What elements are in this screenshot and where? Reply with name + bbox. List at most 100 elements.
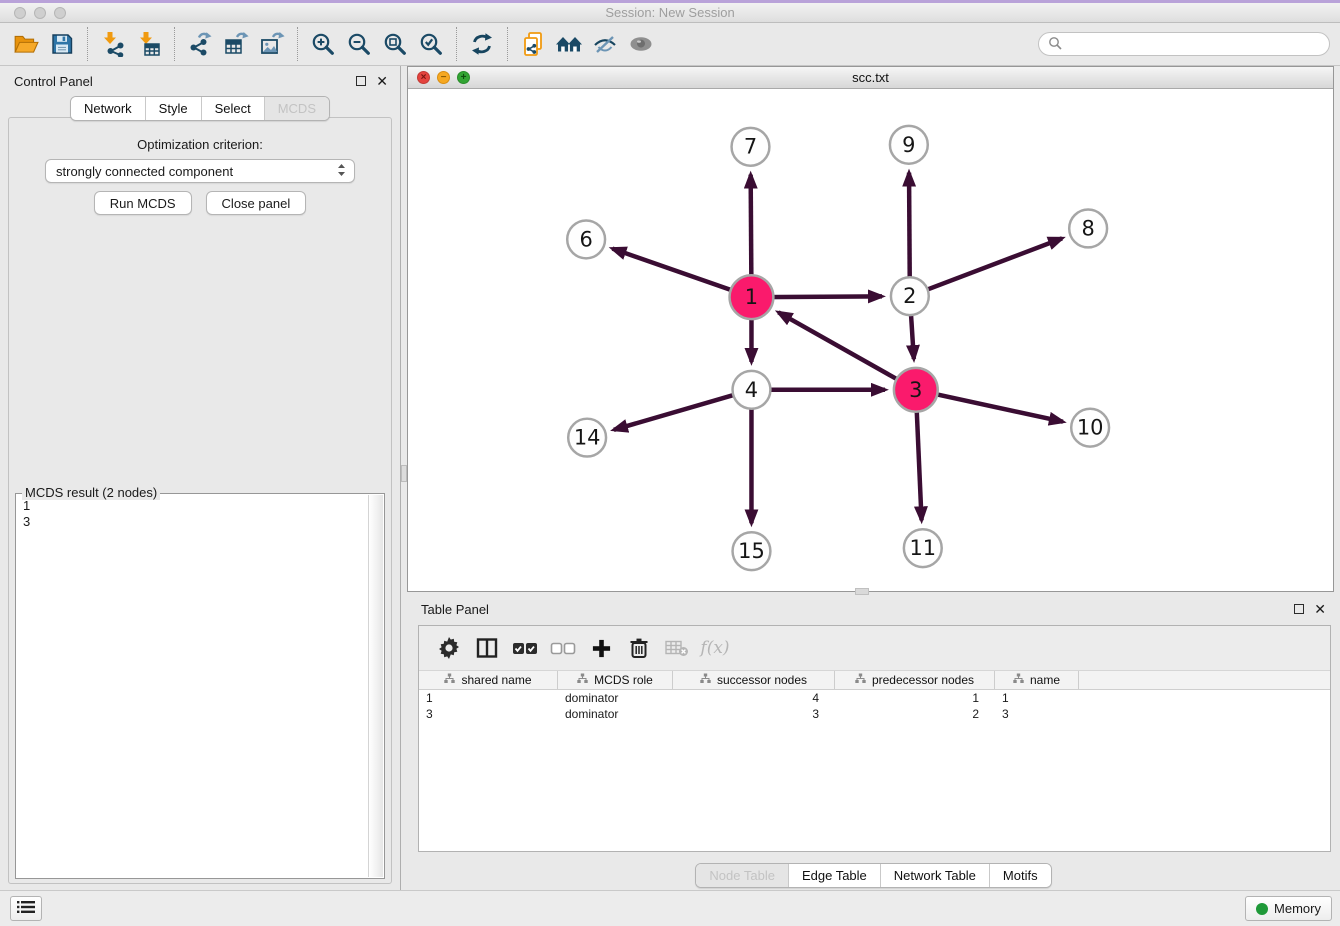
graph-node-label: 6 [579,227,592,251]
table-cell[interactable]: dominator [558,691,673,705]
network-close-button[interactable]: × [417,71,430,84]
search-field[interactable] [1038,32,1330,56]
deselect-all-icon[interactable] [549,634,577,662]
criterion-dropdown[interactable]: strongly connected component [45,159,355,183]
table-cell[interactable]: 4 [673,691,835,705]
zoom-selected-icon[interactable] [413,26,449,62]
float-panel-icon[interactable] [356,76,366,86]
tab-node-table[interactable]: Node Table [696,864,788,887]
export-table-icon[interactable] [218,26,254,62]
column-header-successor-nodes[interactable]: successor nodes [673,671,835,689]
table-cell[interactable]: 1 [835,691,995,705]
table-cell[interactable]: 3 [995,707,1079,721]
table-cell[interactable]: 1 [419,691,558,705]
hide-selected-icon[interactable] [587,26,623,62]
tab-network[interactable]: Network [71,97,145,120]
save-session-icon[interactable] [44,26,80,62]
close-table-panel-icon[interactable]: ✕ [1314,603,1326,615]
table-cell[interactable]: 1 [995,691,1079,705]
network-minimize-button[interactable]: − [437,71,450,84]
graph-edge-2-8[interactable] [910,238,1062,296]
zoom-in-icon[interactable] [305,26,341,62]
table-row[interactable]: 3dominator323 [419,706,1330,722]
network-maximize-button[interactable]: + [457,71,470,84]
tab-edge-table[interactable]: Edge Table [788,864,880,887]
table-row[interactable]: 1dominator411 [419,690,1330,706]
minimize-window-button[interactable] [34,7,46,19]
float-table-panel-icon[interactable] [1294,604,1304,614]
table-settings-icon[interactable] [435,634,463,662]
first-neighbors-icon[interactable] [551,26,587,62]
open-session-icon[interactable] [8,26,44,62]
column-header-mcds-role[interactable]: MCDS role [558,671,673,689]
zoom-window-button[interactable] [54,7,66,19]
network-canvas[interactable]: 7968124314101511 [408,89,1333,591]
app-title: Session: New Session [0,3,1340,22]
tab-select[interactable]: Select [201,97,264,120]
network-window-title: scc.txt [408,67,1333,88]
network-graph[interactable]: 7968124314101511 [408,89,1333,591]
import-table-icon[interactable] [131,26,167,62]
graph-edge-4-14[interactable] [614,390,752,430]
refresh-view-icon[interactable] [464,26,500,62]
delete-row-icon[interactable] [625,634,653,662]
close-panel-icon[interactable]: ✕ [376,75,388,87]
clone-network-icon[interactable] [515,26,551,62]
column-type-icon [700,673,711,687]
criterion-dropdown-value: strongly connected component [56,164,337,179]
zoom-fit-icon[interactable] [377,26,413,62]
result-scrollbar[interactable] [368,495,383,877]
mcds-panel: Optimization criterion: strongly connect… [8,117,392,884]
run-mcds-button[interactable]: Run MCDS [94,191,192,215]
table-panel: Table Panel ✕ [407,595,1340,890]
column-type-icon [855,673,866,687]
zoom-out-icon[interactable] [341,26,377,62]
tab-style[interactable]: Style [145,97,201,120]
toolbar-separator [87,27,88,61]
column-header-label: shared name [461,673,531,687]
graph-node-label: 2 [903,284,916,308]
search-input[interactable] [1067,37,1320,51]
graph-node-label: 11 [909,536,936,560]
column-chooser-icon[interactable] [473,634,501,662]
mcds-result-item[interactable]: 3 [23,514,362,530]
network-window-titlebar[interactable]: × − + scc.txt [408,67,1333,89]
search-icon [1048,36,1062,53]
mcds-result-item[interactable]: 1 [23,498,362,514]
control-panel-tabs: NetworkStyleSelectMCDS [0,96,400,121]
select-all-icon[interactable] [511,634,539,662]
table-cell[interactable]: 2 [835,707,995,721]
tab-mcds[interactable]: MCDS [264,97,329,120]
graph-node-label: 15 [738,539,765,563]
column-header-name[interactable]: name [995,671,1079,689]
graph-node-label: 9 [902,133,915,157]
close-window-button[interactable] [14,7,26,19]
table-cell[interactable]: 3 [673,707,835,721]
column-header-shared-name[interactable]: shared name [419,671,558,689]
table-cell[interactable]: dominator [558,707,673,721]
add-row-icon[interactable] [587,634,615,662]
optimization-criterion-label: Optimization criterion: [9,137,391,152]
graph-node-label: 10 [1077,416,1104,440]
node-table: f(x) shared name MCDS role successor nodes… [418,625,1331,852]
tab-motifs[interactable]: Motifs [989,864,1051,887]
toolbar-separator [297,27,298,61]
graph-edge-3-1[interactable] [778,312,915,389]
close-panel-button[interactable]: Close panel [206,191,307,215]
memory-button[interactable]: Memory [1245,896,1332,921]
column-header-label: successor nodes [717,673,807,687]
table-toolbar: f(x) [419,626,1330,670]
column-header-label: predecessor nodes [872,673,974,687]
control-panel: Control Panel ✕ NetworkStyleSelectMCDS O… [0,66,401,890]
task-list-icon [17,900,35,917]
horizontal-splitter-handle[interactable] [855,588,869,595]
show-all-icon[interactable] [623,26,659,62]
tab-network-table[interactable]: Network Table [880,864,989,887]
table-cell[interactable]: 3 [419,707,558,721]
task-history-button[interactable] [10,896,42,921]
mcds-result-list[interactable]: 13 [18,496,367,876]
column-header-predecessor-nodes[interactable]: predecessor nodes [835,671,995,689]
export-image-icon[interactable] [254,26,290,62]
import-network-icon[interactable] [95,26,131,62]
export-network-icon[interactable] [182,26,218,62]
